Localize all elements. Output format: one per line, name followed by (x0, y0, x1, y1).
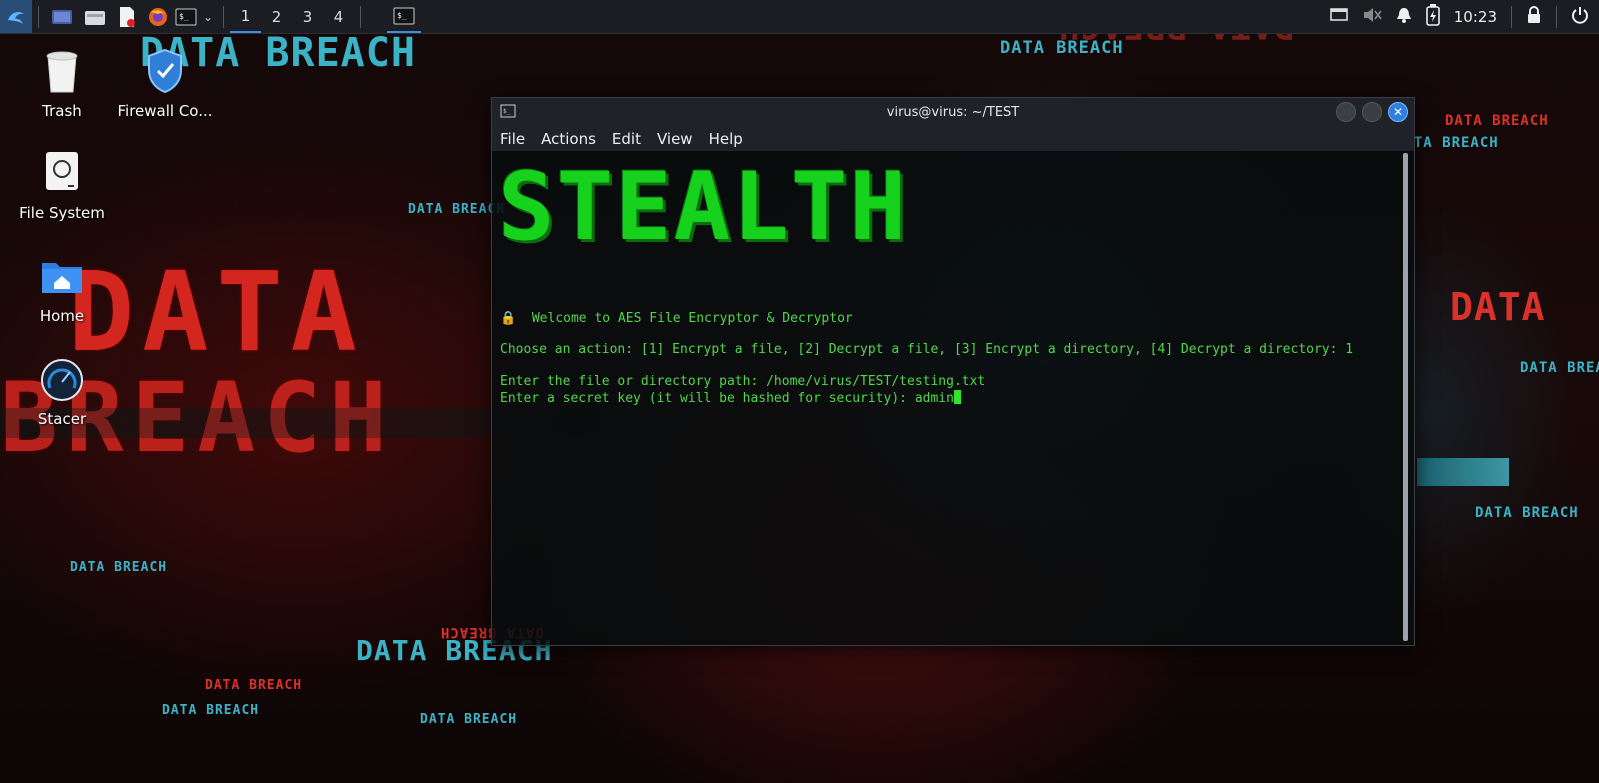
power-icon[interactable] (1571, 6, 1589, 28)
desktop-icon-trash[interactable]: Trash (12, 48, 112, 120)
desktop-icon-file-system[interactable]: File System (12, 150, 112, 222)
minimize-button[interactable] (1336, 102, 1356, 122)
kali-menu-icon[interactable] (0, 0, 32, 33)
wallpaper-text: DATA BREACH (1520, 360, 1599, 376)
desktop-icon-stacer[interactable]: Stacer (12, 358, 112, 428)
workspace-1[interactable]: 1 (230, 0, 261, 33)
text-cursor (953, 390, 961, 404)
mute-icon[interactable] (1362, 6, 1382, 28)
secret-key-text: Enter a secret key (it will be hashed fo… (500, 391, 954, 406)
terminal-titlebar[interactable]: $_ virus@virus: ~/TEST ✕ (492, 98, 1414, 126)
wallpaper-text: DATA BREACH (420, 712, 518, 727)
menu-edit[interactable]: Edit (612, 130, 641, 148)
shield-icon (113, 48, 217, 98)
choose-action-line: Choose an action: [1] Encrypt a file, [2… (500, 342, 1354, 357)
battery-icon (1425, 3, 1440, 30)
wallpaper-text: DATA BREACH (162, 703, 260, 718)
workspace-4[interactable]: 4 (323, 0, 354, 33)
svg-text:$_: $_ (397, 11, 407, 20)
show-desktop-icon[interactable] (45, 0, 79, 33)
secret-key-line: Enter a secret key (it will be hashed fo… (500, 390, 961, 406)
terminal-icon[interactable]: $_ (173, 0, 199, 33)
clock[interactable]: 10:23 (1454, 8, 1497, 26)
wallpaper-text: DATA (1450, 285, 1546, 329)
terminal-menubar: File Actions Edit View Help (492, 126, 1414, 151)
menu-file[interactable]: File (500, 130, 525, 148)
workspace-3[interactable]: 3 (292, 0, 323, 33)
wallpaper-text: DATA BREACH (1475, 505, 1579, 521)
menu-actions[interactable]: Actions (541, 130, 596, 148)
taskbar-terminal-window[interactable]: $_ (387, 0, 421, 33)
desktop-icon-home[interactable]: Home (12, 255, 112, 325)
wallpaper-text: DATA BREACH (70, 560, 168, 575)
trash-icon (12, 48, 112, 98)
close-icon: ✕ (1392, 105, 1404, 119)
terminal-window[interactable]: $_ virus@virus: ~/TEST ✕ File Actions Ed… (491, 97, 1415, 646)
bell-icon[interactable] (1396, 6, 1412, 28)
firefox-icon[interactable] (143, 0, 173, 33)
home-folder-icon (12, 255, 112, 303)
maximize-button[interactable] (1362, 102, 1382, 122)
wallpaper-big-text: DATA (68, 248, 365, 376)
display-icon[interactable] (1329, 7, 1348, 27)
svg-text:$_: $_ (179, 12, 189, 21)
path-line: Enter the file or directory path: /home/… (500, 374, 986, 389)
glitch-bar (1417, 458, 1509, 486)
desktop-icon-label: Stacer (37, 410, 87, 428)
desktop-icon-label: Trash (42, 102, 82, 120)
terminal-scrollbar[interactable] (1403, 153, 1408, 641)
file-manager-icon[interactable] (79, 0, 111, 33)
text-editor-icon[interactable] (111, 0, 143, 33)
desktop-icon-label: Firewall Co... (117, 102, 213, 120)
top-panel: $_ ⌄ 1 2 3 4 $_ 10:23 (0, 0, 1599, 34)
stacer-icon (12, 358, 112, 406)
window-title: virus@virus: ~/TEST (886, 104, 1020, 120)
wallpaper-text: DATA BREACH (1445, 113, 1549, 129)
desktop-icon-label: File System (19, 204, 105, 222)
desktop-icon-label: Home (39, 307, 85, 325)
menu-help[interactable]: Help (709, 130, 743, 148)
terminal-output[interactable]: STEALTH 🔒 Welcome to AES File Encryptor … (492, 151, 1402, 645)
workspace-2[interactable]: 2 (261, 0, 292, 33)
close-button[interactable]: ✕ (1388, 102, 1408, 122)
lock-icon[interactable] (1526, 5, 1542, 28)
ascii-banner: STEALTH (498, 153, 909, 262)
desktop-icon-firewall[interactable]: Firewall Co... (113, 48, 217, 120)
welcome-line: 🔒 Welcome to AES File Encryptor & Decryp… (500, 311, 853, 326)
wallpaper-text: DATA BREACH (205, 678, 303, 693)
system-tray: 10:23 (1329, 0, 1599, 33)
drive-icon (12, 150, 112, 200)
chevron-down-icon[interactable]: ⌄ (199, 0, 217, 33)
menu-view[interactable]: View (657, 130, 693, 148)
